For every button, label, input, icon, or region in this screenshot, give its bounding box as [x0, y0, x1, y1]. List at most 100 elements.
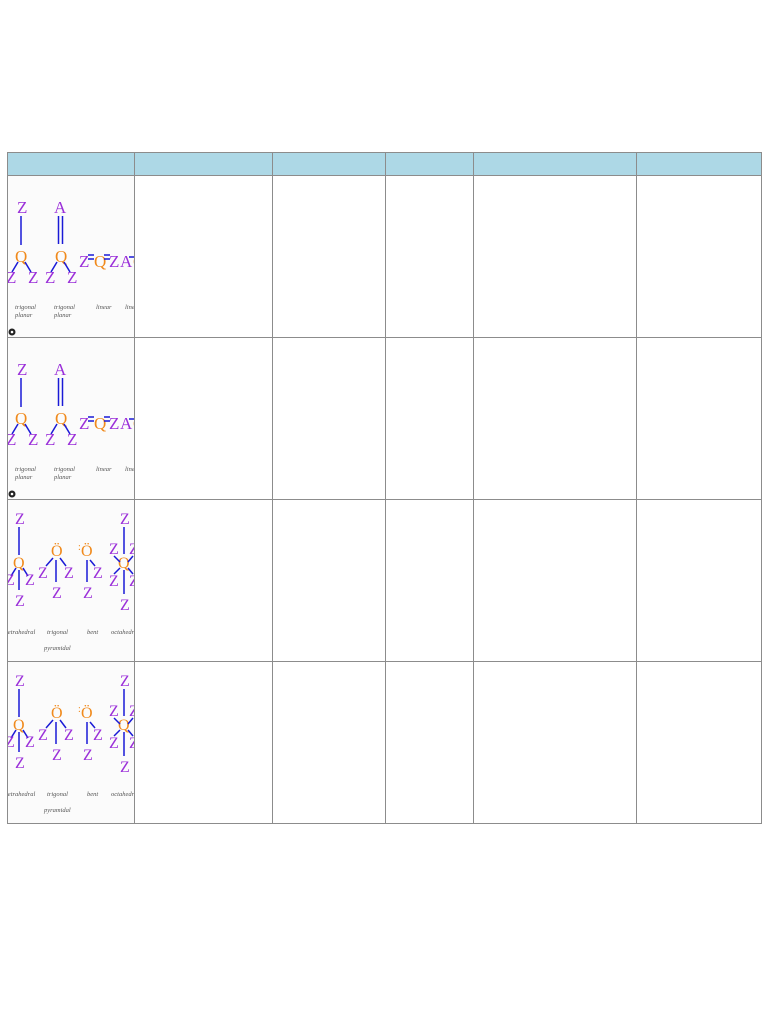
- geometry-labels: trigonal planar trigonal planar linear l…: [14, 466, 134, 481]
- table-cell: [473, 661, 637, 824]
- svg-text:Z: Z: [28, 268, 38, 287]
- svg-text:bent: bent: [87, 629, 98, 636]
- table-cell: [385, 661, 474, 824]
- tetrahedral-molecule: Z Q Z Z Z: [9, 511, 35, 610]
- tetrahedral-octahedral-figure: Z Q Z Z Z Ö Z: [8, 511, 134, 652]
- svg-text::: :: [78, 542, 81, 553]
- svg-text:Z: Z: [52, 585, 62, 602]
- table-cell: [473, 337, 637, 500]
- svg-text:Z: Z: [38, 565, 48, 582]
- svg-text:Z: Z: [120, 759, 130, 776]
- svg-text:trigonal: trigonal: [47, 791, 68, 798]
- svg-text:Z: Z: [120, 673, 130, 690]
- linear-single-triple: A Q: [120, 414, 134, 433]
- geometry-figure-cell: Z Q Z Z A Q Z: [7, 175, 135, 338]
- svg-text:Ö: Ö: [81, 704, 93, 722]
- svg-text:pyramidal: pyramidal: [43, 807, 71, 814]
- svg-text:Z: Z: [45, 430, 55, 449]
- svg-text:Z: Z: [109, 735, 119, 752]
- svg-text:Ö: Ö: [51, 542, 63, 560]
- geometry-labels: trigonal planar trigonal planar linear l…: [14, 304, 134, 319]
- svg-text:Q: Q: [133, 414, 134, 433]
- svg-text:Z: Z: [17, 360, 27, 379]
- linear-double-double: Z Q Z: [79, 414, 119, 433]
- table-cell: [473, 499, 637, 662]
- svg-text:tetrahedral: tetrahedral: [8, 791, 35, 798]
- geometry-labels: tetrahedral trigonal pyramidal bent octa…: [8, 629, 134, 652]
- svg-text:Z: Z: [79, 252, 89, 271]
- svg-text:Z: Z: [38, 727, 48, 744]
- svg-text:planar: planar: [14, 312, 33, 319]
- svg-text:Z: Z: [52, 747, 62, 764]
- table-cell: [134, 175, 273, 338]
- svg-text:bent: bent: [87, 791, 98, 798]
- header-cell: [473, 152, 637, 176]
- svg-text:Z: Z: [45, 268, 55, 287]
- trigonal-planar-single-bond: Z Q Z Z: [8, 360, 39, 449]
- svg-text:octahedral: octahedral: [111, 791, 134, 798]
- table-cell: [272, 661, 386, 824]
- header-cell: [7, 152, 135, 176]
- trigonal-pyramidal-molecule: Ö Z Z Z: [38, 704, 74, 764]
- table-cell: [636, 661, 762, 824]
- svg-text:Q: Q: [133, 252, 134, 271]
- svg-text:planar: planar: [53, 474, 72, 481]
- planar-linear-figure: Z Q Z Z A Q Z: [8, 360, 134, 498]
- svg-text:tetrahedral: tetrahedral: [8, 629, 35, 636]
- header-cell: [636, 152, 762, 176]
- octahedral-molecule: Z Q Z Z Z Z Z: [109, 673, 134, 776]
- svg-text:Z: Z: [93, 727, 103, 744]
- svg-text:Z: Z: [25, 572, 35, 589]
- molecular-geometry-table: Z Q Z Z A Q Z: [7, 152, 762, 824]
- bent-molecule: Ö : Z Z: [78, 704, 103, 764]
- header-cell: [134, 152, 273, 176]
- svg-text:Z: Z: [93, 565, 103, 582]
- svg-text:trigonal: trigonal: [15, 466, 36, 473]
- trigonal-planar-single-bond: Z Q Z Z: [9, 198, 39, 287]
- svg-text:linear: linear: [96, 466, 112, 473]
- svg-text:Z: Z: [17, 198, 27, 217]
- geometry-figure-cell: Z Q Z Z Z Ö Z: [7, 499, 135, 662]
- svg-text:A: A: [54, 360, 67, 379]
- svg-text:Z: Z: [28, 430, 38, 449]
- table-cell: [272, 499, 386, 662]
- table-cell: [385, 175, 474, 338]
- svg-text:Z: Z: [79, 414, 89, 433]
- linear-double-double: Z Q Z: [79, 252, 119, 271]
- geometry-figure-cell: Z Q Z Z A Q Z: [7, 337, 135, 500]
- trigonal-planar-double-bond: A Q Z Z: [45, 360, 77, 449]
- svg-text:planar: planar: [53, 312, 72, 319]
- svg-text:trigonal: trigonal: [47, 629, 68, 636]
- table-cell: [385, 337, 474, 500]
- table-cell: [134, 337, 273, 500]
- svg-text:Z: Z: [120, 511, 130, 528]
- svg-text:planar: planar: [14, 474, 33, 481]
- table-row: Z Q Z Z Z Ö Z: [7, 661, 762, 824]
- svg-text:linear: linear: [125, 466, 134, 473]
- svg-text:Z: Z: [109, 252, 119, 271]
- table-cell: [636, 175, 762, 338]
- table-row: Z Q Z Z Z Ö Z: [7, 499, 762, 662]
- svg-text:linear: linear: [96, 304, 112, 311]
- table-cell: [473, 175, 637, 338]
- tetrahedral-molecule: Z Q Z Z Z: [9, 673, 35, 772]
- svg-text:A: A: [120, 252, 133, 271]
- svg-text:octahedral: octahedral: [111, 629, 134, 636]
- svg-text:Ö: Ö: [81, 542, 93, 560]
- trigonal-planar-double-bond: A Q Z Z: [45, 198, 77, 287]
- svg-text:Z: Z: [129, 703, 134, 720]
- svg-text:A: A: [54, 198, 67, 217]
- svg-text:Z: Z: [25, 734, 35, 751]
- svg-text:Z: Z: [67, 268, 77, 287]
- table-cell: [272, 175, 386, 338]
- svg-text:Z: Z: [15, 511, 25, 528]
- svg-text:Z: Z: [15, 673, 25, 690]
- svg-text:linear: linear: [125, 304, 134, 311]
- svg-text:trigonal: trigonal: [15, 304, 36, 311]
- svg-text:Z: Z: [109, 703, 119, 720]
- trigonal-pyramidal-molecule: Ö Z Z Z: [38, 542, 74, 602]
- tetrahedral-octahedral-figure: Z Q Z Z Z Ö Z: [8, 673, 134, 814]
- svg-text::: :: [78, 704, 81, 715]
- svg-text:Z: Z: [15, 593, 25, 610]
- svg-text:Z: Z: [8, 430, 16, 449]
